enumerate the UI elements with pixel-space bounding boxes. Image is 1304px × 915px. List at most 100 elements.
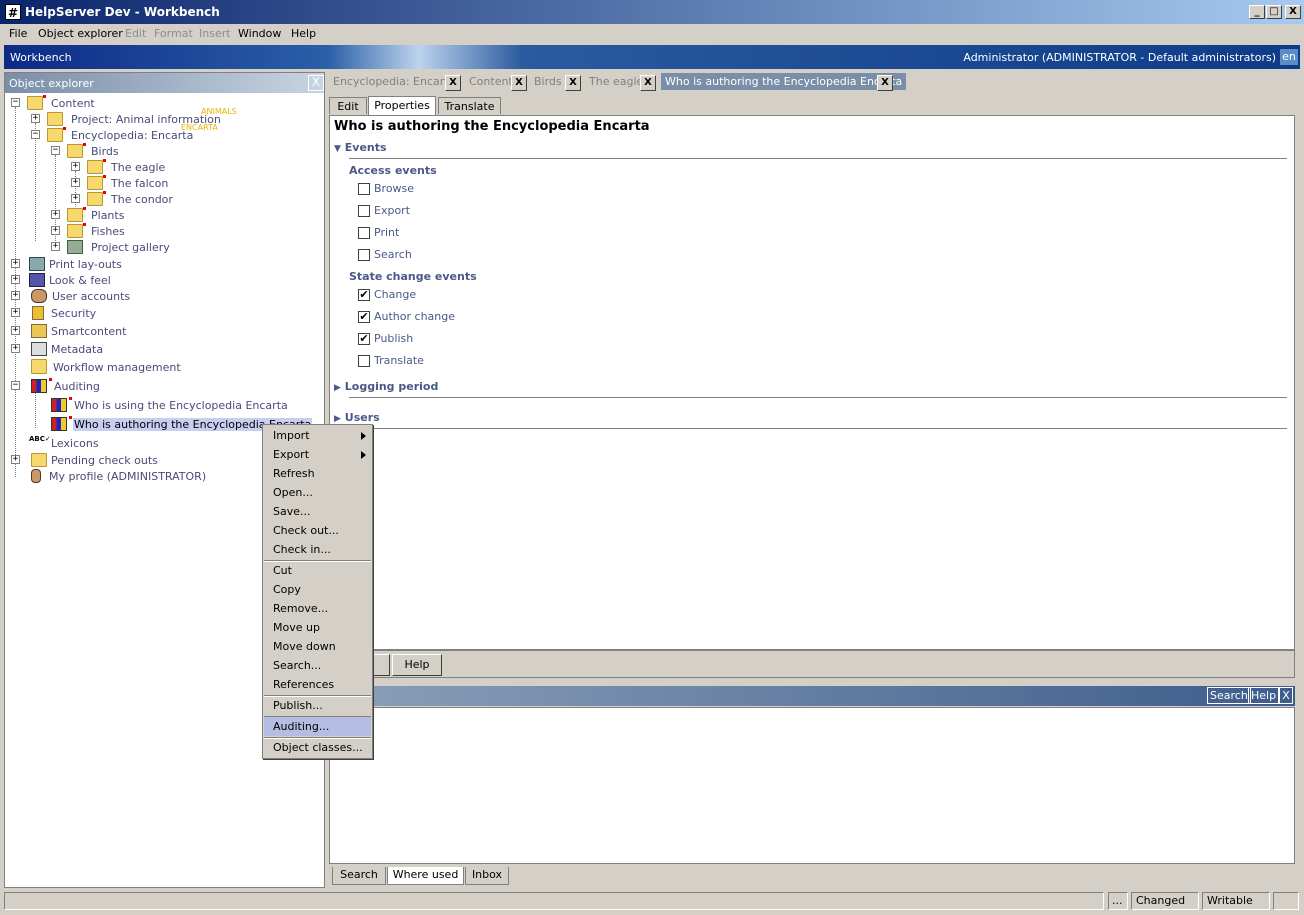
expand-icon[interactable]: + <box>71 178 80 187</box>
collapse-icon[interactable]: − <box>11 98 20 107</box>
doc-tab-birds[interactable]: Birds X <box>534 75 589 92</box>
menu-format[interactable]: Format <box>154 27 193 40</box>
language-selector[interactable]: en <box>1280 49 1298 65</box>
status-ellipsis-button[interactable]: ... <box>1108 892 1128 910</box>
menu-object-explorer[interactable]: Object explorer <box>38 27 123 40</box>
checkbox-change[interactable]: ✔ <box>358 289 370 301</box>
expand-icon[interactable]: + <box>11 344 20 353</box>
checkbox-export[interactable] <box>358 205 370 217</box>
checkbox-browse[interactable] <box>358 183 370 195</box>
menu-edit[interactable]: Edit <box>125 27 146 40</box>
tree-node-pending-check-outs[interactable]: + Pending check outs <box>11 452 211 468</box>
doc-tab-encyclopedia-encarta[interactable]: Encyclopedia: Encarta X <box>333 75 468 92</box>
collapse-icon[interactable]: − <box>51 146 60 155</box>
tree-node-lexicons[interactable]: ABC✓ Lexicons <box>11 435 211 451</box>
collapse-icon[interactable]: − <box>31 130 40 139</box>
expand-icon[interactable]: + <box>11 259 20 268</box>
tree-node-who-is-using[interactable]: Who is using the Encyclopedia Encarta <box>47 397 297 413</box>
expand-icon[interactable]: + <box>11 455 20 464</box>
checkbox-author-change[interactable]: ✔ <box>358 311 370 323</box>
expand-icon[interactable]: + <box>11 308 20 317</box>
hidden-button[interactable] <box>370 654 390 676</box>
tree-node-workflow-management[interactable]: Workflow management <box>11 359 231 375</box>
menu-item-copy[interactable]: Copy <box>264 580 371 599</box>
events-section-toggle[interactable]: ▼ Events <box>334 141 387 154</box>
close-tab-icon[interactable]: X <box>445 75 461 91</box>
tab-properties[interactable]: Properties <box>368 96 436 115</box>
menu-item-references[interactable]: References <box>264 675 371 694</box>
expand-icon[interactable]: + <box>71 162 80 171</box>
tree-node-fishes[interactable]: + Fishes <box>51 223 251 239</box>
lower-help-button[interactable]: Help <box>1248 687 1280 704</box>
users-section-toggle[interactable]: ▶ Users <box>334 411 380 424</box>
doc-tab-content[interactable]: Content X <box>469 75 529 92</box>
menu-window[interactable]: Window <box>238 27 281 40</box>
close-tab-icon[interactable]: X <box>640 75 656 91</box>
close-tab-icon[interactable]: X <box>877 75 893 91</box>
menu-item-save[interactable]: Save... <box>264 502 371 521</box>
doc-tab-who-is-authoring[interactable]: Who is authoring the Encyclopedia Encart… <box>661 73 907 92</box>
tree-node-the-falcon[interactable]: + The falcon <box>71 175 271 191</box>
menu-item-export[interactable]: Export <box>264 445 371 464</box>
expand-icon[interactable]: + <box>11 291 20 300</box>
maximize-button[interactable]: □ <box>1266 5 1282 19</box>
menu-item-search[interactable]: Search... <box>264 656 371 675</box>
lower-search-button[interactable]: Search <box>1207 687 1251 704</box>
tab-edit[interactable]: Edit <box>329 97 367 114</box>
expand-icon[interactable]: + <box>51 210 60 219</box>
menu-item-object-classes[interactable]: Object classes... <box>264 738 371 757</box>
menu-item-open[interactable]: Open... <box>264 483 371 502</box>
doc-tab-the-eagle[interactable]: The eagle X <box>589 75 661 92</box>
expand-icon[interactable]: + <box>31 114 40 123</box>
tree-node-print-layouts[interactable]: + Print lay-outs <box>11 256 211 272</box>
expand-icon[interactable]: + <box>71 194 80 203</box>
expand-icon[interactable]: + <box>11 275 20 284</box>
tree-node-birds[interactable]: − Birds <box>51 143 251 159</box>
close-icon[interactable]: X <box>1279 687 1293 704</box>
close-tab-icon[interactable]: X <box>565 75 581 91</box>
expand-icon[interactable]: + <box>51 242 60 251</box>
minimize-button[interactable]: _ <box>1249 5 1265 19</box>
help-button[interactable]: Help <box>392 654 442 676</box>
tree-node-my-profile[interactable]: My profile (ADMINISTRATOR) <box>11 468 231 484</box>
checkbox-translate[interactable] <box>358 355 370 367</box>
tab-translate[interactable]: Translate <box>438 97 501 114</box>
tree-node-the-condor[interactable]: + The condor <box>71 191 271 207</box>
menu-item-cut[interactable]: Cut <box>264 561 371 580</box>
tree-node-user-accounts[interactable]: + User accounts <box>11 288 211 304</box>
menu-item-import[interactable]: Import <box>264 426 371 445</box>
menu-item-check-in[interactable]: Check in... <box>264 540 371 559</box>
menu-item-refresh[interactable]: Refresh <box>264 464 371 483</box>
tree-node-smartcontent[interactable]: + Smartcontent <box>11 323 211 339</box>
expand-icon[interactable]: + <box>51 226 60 235</box>
close-window-button[interactable]: X <box>1285 5 1301 19</box>
logging-period-section-toggle[interactable]: ▶ Logging period <box>334 380 438 393</box>
checkbox-publish[interactable]: ✔ <box>358 333 370 345</box>
tree-node-the-eagle[interactable]: + The eagle <box>71 159 271 175</box>
menu-item-move-down[interactable]: Move down <box>264 637 371 656</box>
tree-node-auditing[interactable]: − Auditing <box>11 378 211 394</box>
menu-insert[interactable]: Insert <box>199 27 231 40</box>
tree-node-look-and-feel[interactable]: + Look & feel <box>11 272 211 288</box>
bottom-tab-inbox[interactable]: Inbox <box>465 867 509 885</box>
tree-node-project-gallery[interactable]: + Project gallery <box>51 239 251 255</box>
collapse-icon[interactable]: − <box>11 381 20 390</box>
tree-node-who-is-authoring[interactable]: Who is authoring the Encyclopedia Encart… <box>47 416 313 432</box>
bottom-tab-where-used[interactable]: Where used <box>387 867 464 885</box>
menu-help[interactable]: Help <box>291 27 316 40</box>
menu-item-auditing[interactable]: Auditing... <box>264 717 371 736</box>
checkbox-print[interactable] <box>358 227 370 239</box>
tree-node-security[interactable]: + Security <box>11 305 211 321</box>
bottom-tab-search[interactable]: Search <box>332 867 386 885</box>
menu-file[interactable]: File <box>9 27 27 40</box>
tree-node-encyclopedia-encarta[interactable]: − Encyclopedia: Encarta ENCARTA <box>31 123 281 143</box>
tree-node-plants[interactable]: + Plants <box>51 207 251 223</box>
checkbox-search[interactable] <box>358 249 370 261</box>
tree-node-content[interactable]: − Content <box>11 95 211 111</box>
tree-node-project-animal-information[interactable]: + Project: Animal information ANIMALS <box>31 107 281 127</box>
close-tab-icon[interactable]: X <box>511 75 527 91</box>
menu-item-check-out[interactable]: Check out... <box>264 521 371 540</box>
close-icon[interactable]: X <box>308 75 324 91</box>
expand-icon[interactable]: + <box>11 326 20 335</box>
tree-node-metadata[interactable]: + Metadata <box>11 341 211 357</box>
